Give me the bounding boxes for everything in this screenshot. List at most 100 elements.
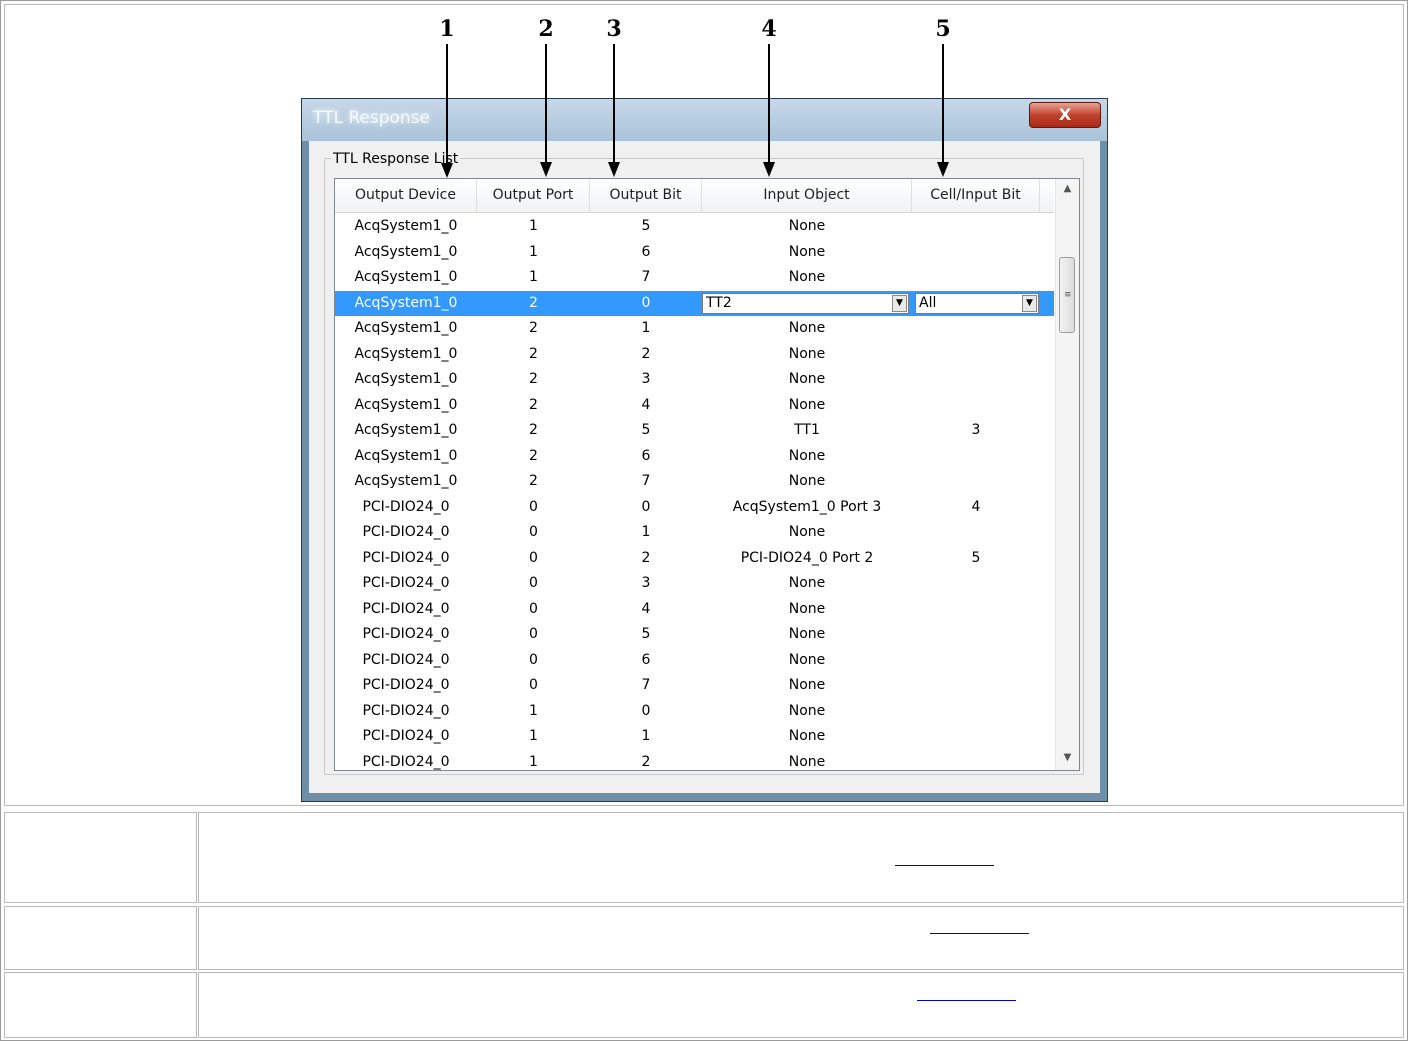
cell-port: 0	[529, 600, 538, 617]
vertical-scrollbar[interactable]: ▲ ≡ ▼	[1055, 179, 1079, 770]
table-row[interactable]: PCI-DIO24_0 1 1 None	[335, 724, 1054, 749]
callout-arrow-line	[446, 44, 448, 165]
table-row-label-cell	[4, 972, 197, 1038]
table-row[interactable]: AcqSystem1_0 2 7 None	[335, 469, 1054, 494]
column-header-cell-input-bit[interactable]: Cell/Input Bit	[912, 179, 1040, 212]
close-button[interactable]: X	[1029, 102, 1101, 128]
cell-port: 1	[529, 218, 538, 234]
scroll-up-arrow-icon[interactable]: ▲	[1056, 179, 1079, 199]
cell-port: 1	[529, 753, 538, 770]
cell-bit: 1	[641, 320, 651, 336]
cell-input: AcqSystem1_0 Port 3	[732, 498, 882, 515]
table-row-description-cell	[198, 972, 1404, 1038]
scroll-down-arrow-icon[interactable]: ▼	[1056, 748, 1079, 768]
input-object-dropdown[interactable]: TT2 ▼	[702, 292, 909, 314]
callout-number: 5	[935, 16, 951, 42]
table-row[interactable]: PCI-DIO24_0 0 5 None	[335, 622, 1054, 647]
table-row[interactable]: AcqSystem1_0 2 6 None	[335, 444, 1054, 469]
cell-bit: 0	[641, 498, 651, 515]
cell-bit: 0	[641, 702, 651, 719]
dropdown-value: All	[919, 294, 937, 311]
ttl-response-list[interactable]: Output Device Output Port Output Bit Inp…	[334, 178, 1080, 771]
cell-cell: 5	[971, 549, 981, 566]
column-header-output-port[interactable]: Output Port	[477, 179, 590, 212]
cell-cell: 3	[971, 422, 981, 438]
link[interactable]	[917, 1000, 1016, 1001]
arrowhead-icon	[937, 162, 949, 177]
cell-device: PCI-DIO24_0	[362, 626, 450, 642]
link[interactable]	[895, 865, 994, 866]
table-row[interactable]: PCI-DIO24_0 0 3 None	[335, 571, 1054, 596]
link[interactable]	[930, 933, 1029, 934]
cell-port: 2	[529, 447, 538, 464]
dropdown-arrow-icon[interactable]: ▼	[892, 294, 907, 312]
cell-port: 0	[529, 651, 538, 668]
column-header-output-bit[interactable]: Output Bit	[590, 179, 702, 212]
table-row[interactable]: PCI-DIO24_0 0 7 None	[335, 673, 1054, 698]
callout-arrow-line	[942, 44, 944, 164]
table-row[interactable]: AcqSystem1_0 2 1 None	[335, 316, 1054, 341]
table-row[interactable]: PCI-DIO24_0 0 4 None	[335, 597, 1054, 622]
table-row[interactable]: AcqSystem1_0 2 2 None	[335, 342, 1054, 367]
cell-bit: 3	[641, 371, 651, 387]
cell-input: None	[788, 651, 826, 668]
cell-cell	[912, 622, 1040, 647]
table-row[interactable]: PCI-DIO24_0 0 1 None	[335, 520, 1054, 545]
cell-device: PCI-DIO24_0	[362, 575, 450, 591]
cell-cell	[912, 240, 1040, 265]
scrollbar-thumb[interactable]: ≡	[1059, 257, 1075, 333]
window-title: TTL Response	[313, 108, 430, 128]
cell-port: 0	[529, 498, 538, 515]
cell-input: None	[788, 677, 826, 693]
table-row[interactable]: AcqSystem1_0 2 5 TT1 3	[335, 418, 1054, 443]
table-row[interactable]: AcqSystem1_0 2 0 TT2 ▼ All ▼	[335, 290, 1054, 316]
cell-device: AcqSystem1_0	[354, 218, 458, 234]
cell-bit: 1	[641, 728, 651, 744]
table-row[interactable]: PCI-DIO24_0 1 2 None	[335, 750, 1054, 771]
cell-bit: 0	[641, 294, 651, 311]
cell-input: PCI-DIO24_0 Port 2	[740, 549, 874, 566]
cell-bit: 7	[641, 269, 651, 285]
table-row[interactable]: AcqSystem1_0 1 7 None	[335, 265, 1054, 290]
table-row[interactable]: PCI-DIO24_0 0 6 None	[335, 648, 1054, 673]
table-row[interactable]: PCI-DIO24_0 0 2 PCI-DIO24_0 Port 2 5	[335, 546, 1054, 571]
cell-bit: 5	[641, 626, 651, 642]
cell-bit: 4	[641, 396, 651, 413]
dropdown-arrow-icon[interactable]: ▼	[1022, 294, 1037, 312]
cell-device: AcqSystem1_0	[354, 473, 458, 489]
table-row[interactable]: PCI-DIO24_0 0 0 AcqSystem1_0 Port 3 4	[335, 495, 1054, 520]
cell-device: PCI-DIO24_0	[362, 651, 450, 668]
cell-input: None	[788, 371, 826, 387]
table-row[interactable]: AcqSystem1_0 2 4 None	[335, 393, 1054, 418]
column-header-output-device[interactable]: Output Device	[335, 179, 477, 212]
cell-cell	[912, 750, 1040, 771]
table-row-label-cell	[4, 812, 197, 903]
title-bar[interactable]: TTL Response X	[302, 99, 1107, 141]
cell-cell	[912, 265, 1040, 290]
table-row[interactable]: PCI-DIO24_0 1 0 None	[335, 699, 1054, 724]
cell-bit: 1	[641, 524, 651, 540]
cell-port: 0	[529, 626, 538, 642]
cell-bit: 3	[641, 575, 651, 591]
cell-device: AcqSystem1_0	[354, 345, 458, 362]
cell-bit: 5	[641, 218, 651, 234]
callout-arrow-line	[768, 44, 770, 164]
cell-input: None	[788, 626, 826, 642]
table-row-description-cell	[198, 812, 1404, 903]
cell-port: 2	[529, 345, 538, 362]
dropdown-value: TT2	[706, 294, 732, 311]
column-header-input-object[interactable]: Input Object	[702, 179, 912, 212]
cell-input: None	[788, 728, 826, 744]
table-row[interactable]: AcqSystem1_0 1 5 None	[335, 214, 1054, 239]
cell-port: 2	[529, 294, 538, 311]
callout-number: 2	[538, 16, 554, 42]
cell-port: 1	[529, 269, 538, 285]
cell-port: 1	[529, 702, 538, 719]
cell-device: AcqSystem1_0	[354, 243, 458, 260]
cell-input-bit-dropdown[interactable]: All ▼	[915, 292, 1039, 314]
table-row[interactable]: AcqSystem1_0 1 6 None	[335, 240, 1054, 265]
cell-input: None	[788, 447, 826, 464]
table-row[interactable]: AcqSystem1_0 2 3 None	[335, 367, 1054, 392]
cell-bit: 6	[641, 447, 651, 464]
cell-input: None	[788, 575, 826, 591]
